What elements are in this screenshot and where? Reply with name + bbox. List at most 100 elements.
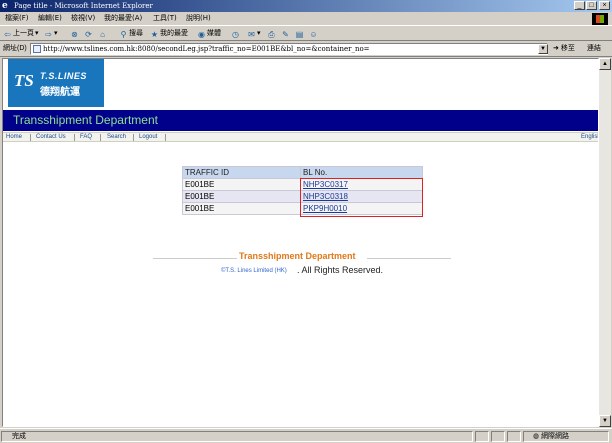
home-icon: ⌂ [100,29,105,39]
search-icon: ⚲ [120,29,127,39]
address-input[interactable]: http://www.tslines.com.hk:8080/secondLeg… [30,43,548,55]
history-button[interactable]: ◷ [231,28,240,40]
refresh-icon: ⟳ [85,29,92,39]
menu-tools[interactable]: 工具(T) [153,14,177,23]
status-panel [1,431,473,442]
status-panel [491,431,505,442]
table-header-row: TRAFFIC ID BL No. [182,166,423,179]
logo-name: T.S.LINES [40,71,87,81]
home-button[interactable]: ⌂ [98,28,107,40]
footer-title: Transshipment Department [239,251,356,261]
company-logo[interactable]: TS T.S.LINES 德翔航運 [8,59,104,107]
address-dropdown-button[interactable]: ▼ [538,44,548,54]
go-arrow-icon: ➜ [553,45,559,52]
discuss-button[interactable]: ▤ [295,28,304,40]
favorites-label: 我的最愛 [160,30,188,37]
vertical-scrollbar[interactable]: ▲ ▼ [599,58,611,427]
nav-separator [165,134,166,141]
address-label: 網址(D) [3,45,27,52]
search-button[interactable]: ⚲ 搜尋 [119,28,143,40]
nav-faq[interactable]: FAQ [80,133,92,142]
favorites-button[interactable]: ★ 我的最愛 [150,28,188,40]
edit-icon: ✎ [282,29,289,39]
footer-rights: . All Rights Reserved. [297,265,384,275]
bl-no-cell: NHP3C0317 [300,178,423,191]
department-title: Transshipment Department [13,113,158,127]
footer-rule-right [367,258,451,259]
title-bar: e Page title - Microsoft Internet Explor… [0,0,612,12]
go-label: 移至 [560,45,575,52]
department-banner: Transshipment Department [3,110,598,131]
menu-favorites[interactable]: 我的最愛(A) [104,14,142,23]
menu-view[interactable]: 檢視(V) [71,14,95,23]
traffic-id-cell: E001BE [182,178,301,191]
bl-no-link[interactable]: PKP9H0010 [303,204,347,213]
search-label: 搜尋 [129,30,143,37]
bl-no-link[interactable]: NHP3C0318 [303,192,348,201]
zone-label: 網際網路 [541,433,570,440]
nav-logout[interactable]: Logout [139,133,157,142]
scroll-up-icon[interactable]: ▲ [599,58,611,70]
bl-table: TRAFFIC ID BL No. E001BE NHP3C0317 E001B… [182,166,423,215]
ie-logo-icon: e [2,1,8,11]
nav-search[interactable]: Search [107,133,126,142]
column-header-bl-no: BL No. [300,166,423,179]
menu-help[interactable]: 說明(H) [186,14,211,23]
bl-no-cell: PKP9H0010 [300,202,423,215]
nav-language[interactable]: English [581,133,598,142]
traffic-id-cell: E001BE [182,190,301,203]
maximize-button[interactable]: □ [586,1,597,10]
forward-button[interactable]: ⇨ ▾ [44,28,58,40]
page-viewport: TS T.S.LINES 德翔航運 Transshipment Departme… [2,58,599,427]
logo-chinese-name: 德翔航運 [40,87,80,98]
footer-company: ©T.S. Lines Limited (HK) [221,268,287,274]
status-bar: 完成 ◍ 網際網路 [0,428,612,443]
table-row: E001BE PKP9H0010 [182,202,423,215]
go-button[interactable]: ➜ 移至 [553,44,575,54]
stop-icon: ⊗ [71,29,78,39]
links-button[interactable]: 連結 [587,44,601,54]
back-arrow-icon: ⇦ [4,29,11,39]
back-button[interactable]: ⇦ 上一頁 ▾ [3,28,38,40]
menu-bar: 檔案(F) 編輯(E) 檢視(V) 我的最愛(A) 工具(T) 說明(H) [0,12,612,25]
logo-mark: TS [14,71,34,90]
menu-file[interactable]: 檔案(F) [5,14,29,23]
scroll-down-icon[interactable]: ▼ [599,415,611,427]
edit-button[interactable]: ✎ [281,28,290,40]
refresh-button[interactable]: ⟳ [84,28,93,40]
mail-icon: ✉ [248,29,255,39]
media-button[interactable]: ◉ 媒體 [197,28,221,40]
table-row: E001BE NHP3C0318 [182,190,423,203]
favorites-icon: ★ [150,29,159,39]
messenger-button[interactable]: ☺ [309,28,318,40]
history-icon: ◷ [232,29,239,39]
print-icon: ⎙ [268,29,275,39]
bl-no-link[interactable]: NHP3C0317 [303,180,348,189]
nav-home[interactable]: Home [6,133,22,142]
address-url: http://www.tslines.com.hk:8080/secondLeg… [43,45,370,53]
table-row: E001BE NHP3C0317 [182,178,423,191]
nav-separator [100,134,101,141]
close-button[interactable]: × [599,1,610,10]
minimize-button[interactable]: _ [574,1,585,10]
traffic-id-cell: E001BE [182,202,301,215]
mail-button[interactable]: ✉ ▾ [247,28,260,40]
forward-arrow-icon: ⇨ [45,29,52,39]
print-button[interactable]: ⎙ [267,28,276,40]
status-panel [475,431,489,442]
zone-text: ◍ 網際網路 [533,432,569,441]
status-panel [507,431,521,442]
back-label: 上一頁 [13,30,34,37]
footer-rule-left [153,258,237,259]
stop-button[interactable]: ⊗ [70,28,79,40]
window-title: Page title - Microsoft Internet Explorer [14,2,153,10]
toolbar: ⇦ 上一頁 ▾ ⇨ ▾ ⊗ ⟳ ⌂ ⚲ 搜尋 ★ 我的最愛 ◉ 媒體 ◷ ✉ ▾… [0,25,612,41]
status-text: 完成 [12,433,26,440]
chevron-down-icon: ▾ [54,30,58,37]
nav-contact-us[interactable]: Contact Us [36,133,66,142]
globe-icon: ◍ [533,433,540,440]
page-icon [33,45,41,53]
menu-edit[interactable]: 編輯(E) [38,14,62,23]
media-icon: ◉ [198,29,205,39]
nav-separator [74,134,75,141]
